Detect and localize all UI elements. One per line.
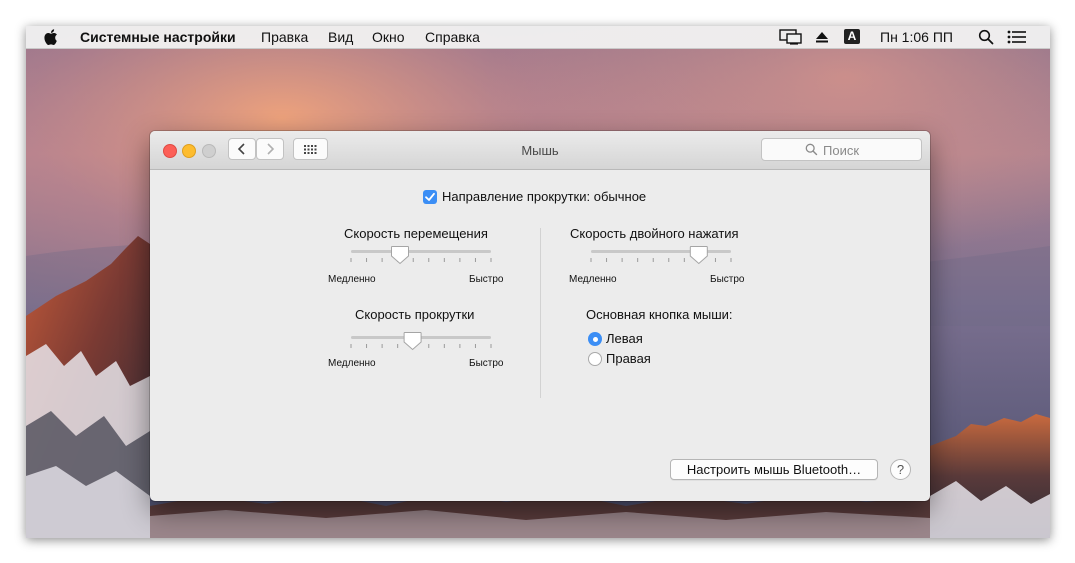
slider-track[interactable] <box>351 250 491 253</box>
slider-tick <box>350 258 352 262</box>
input-source-indicator[interactable]: A <box>844 29 860 44</box>
slider-knob[interactable] <box>689 246 708 265</box>
menu-window[interactable]: Окно <box>372 29 405 45</box>
slider-tick <box>366 344 368 348</box>
slider-tick <box>714 258 716 262</box>
search-icon <box>805 143 818 156</box>
section-divider <box>540 228 541 398</box>
radio-left-label: Левая <box>606 331 643 346</box>
notification-center-icon[interactable] <box>1007 30 1027 44</box>
slider-tick <box>474 344 476 348</box>
search-field[interactable]: Поиск <box>761 138 922 161</box>
scroll-direction-checkbox[interactable] <box>423 190 437 204</box>
search-placeholder: Поиск <box>823 143 860 158</box>
menu-help[interactable]: Справка <box>425 29 480 45</box>
mouse-preferences-window: Мышь Поиск Направление прокрутки: обычно… <box>150 131 930 501</box>
slider-tick <box>459 258 461 262</box>
slider-knob[interactable] <box>403 332 422 351</box>
scroll-direction-label: Направление прокрутки: обычное <box>442 189 647 204</box>
slider-tick <box>428 344 430 348</box>
scroll-speed-max-label: Быстро <box>469 358 504 369</box>
apple-menu-icon[interactable] <box>44 28 60 46</box>
slider-tick <box>459 344 461 348</box>
slider-tick <box>683 258 685 262</box>
tracking-speed-min-label: Медленно <box>328 274 376 285</box>
slider-tick <box>443 344 445 348</box>
slider-track[interactable] <box>591 250 731 253</box>
spotlight-search-icon[interactable] <box>978 29 994 45</box>
setup-bluetooth-mouse-button[interactable]: Настроить мышь Bluetooth… <box>670 459 878 480</box>
screen-mirroring-icon[interactable] <box>779 29 803 45</box>
scroll-speed-min-label: Медленно <box>328 358 376 369</box>
double-click-speed-slider[interactable] <box>587 246 735 270</box>
scroll-speed-label: Скорость прокрутки <box>355 307 475 322</box>
menu-app-name[interactable]: Системные настройки <box>80 29 236 45</box>
help-button[interactable]: ? <box>890 459 911 480</box>
menu-view[interactable]: Вид <box>328 29 353 45</box>
slider-tick <box>428 258 430 262</box>
tracking-speed-label: Скорость перемещения <box>344 226 488 241</box>
slider-tick <box>637 258 639 262</box>
menu-clock[interactable]: Пн 1:06 ПП <box>880 29 953 45</box>
radio-left[interactable] <box>588 332 602 346</box>
menu-edit[interactable]: Правка <box>261 29 308 45</box>
radio-right-label: Правая <box>606 351 651 366</box>
slider-tick <box>490 344 492 348</box>
slider-tick <box>350 344 352 348</box>
menu-bar: Системные настройки Правка Вид Окно Спра… <box>26 26 1050 49</box>
double-click-speed-label: Скорость двойного нажатия <box>570 226 739 241</box>
slider-tick <box>397 344 399 348</box>
radio-right[interactable] <box>588 352 602 366</box>
slider-knob[interactable] <box>391 246 409 265</box>
slider-tick <box>412 258 414 262</box>
checkmark-icon <box>425 192 435 201</box>
slider-tick <box>381 344 383 348</box>
scroll-speed-slider[interactable] <box>347 332 495 356</box>
slider-tick <box>668 258 670 262</box>
slider-tick <box>443 258 445 262</box>
tracking-speed-slider[interactable] <box>347 246 495 270</box>
slider-tick <box>652 258 654 262</box>
eject-icon[interactable] <box>815 31 829 43</box>
window-titlebar[interactable]: Мышь Поиск <box>150 131 930 170</box>
slider-tick <box>366 258 368 262</box>
slider-tick <box>730 258 732 262</box>
slider-tick <box>381 258 383 262</box>
slider-tick <box>621 258 623 262</box>
slider-tick <box>590 258 592 262</box>
preferences-content: Направление прокрутки: обычное Скорость … <box>150 170 930 501</box>
double-click-speed-max-label: Быстро <box>710 274 745 285</box>
desktop-screen: Системные настройки Правка Вид Окно Спра… <box>26 26 1050 538</box>
tracking-speed-max-label: Быстро <box>469 274 504 285</box>
double-click-speed-min-label: Медленно <box>569 274 617 285</box>
slider-tick <box>606 258 608 262</box>
slider-tick <box>474 258 476 262</box>
slider-tick <box>490 258 492 262</box>
primary-button-label: Основная кнопка мыши: <box>586 307 733 322</box>
